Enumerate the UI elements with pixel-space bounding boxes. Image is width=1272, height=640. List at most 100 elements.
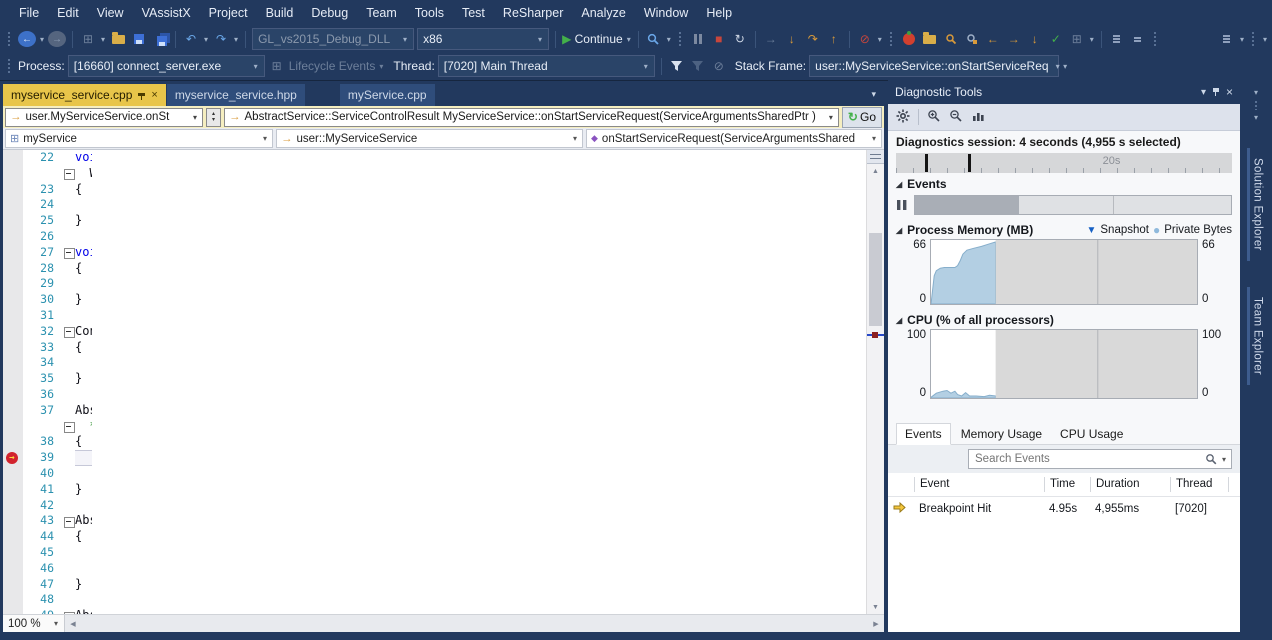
menu-item-build[interactable]: Build bbox=[257, 2, 303, 24]
step-out-button[interactable]: ↑ bbox=[825, 29, 843, 49]
va-nav-forward-button[interactable]: → bbox=[1005, 29, 1023, 49]
type-dropdown[interactable]: →user::MyServiceService ▾ bbox=[276, 129, 583, 148]
scroll-up-icon[interactable]: ▲ bbox=[872, 164, 879, 178]
format-document-button[interactable] bbox=[1108, 29, 1126, 49]
fold-margin[interactable] bbox=[61, 419, 75, 435]
menu-item-window[interactable]: Window bbox=[635, 2, 697, 24]
fold-margin[interactable] bbox=[61, 498, 75, 514]
fold-margin[interactable] bbox=[61, 182, 75, 198]
breakpoint-margin[interactable] bbox=[3, 324, 23, 340]
cpu-section-header[interactable]: ◢ CPU (% of all processors) bbox=[888, 309, 1240, 329]
collapse-icon[interactable] bbox=[64, 327, 75, 338]
menu-item-analyze[interactable]: Analyze bbox=[572, 2, 634, 24]
va-spinner[interactable]: ▴▾ bbox=[206, 108, 221, 127]
project-dropdown[interactable]: ⊞myService ▾ bbox=[5, 129, 273, 148]
toolbar-grip[interactable] bbox=[889, 31, 894, 47]
fold-margin[interactable] bbox=[61, 292, 75, 308]
collapse-triangle-icon[interactable]: ◢ bbox=[896, 316, 902, 325]
breakpoint-margin[interactable] bbox=[3, 592, 23, 608]
pause-button[interactable] bbox=[689, 29, 707, 49]
diagnostics-caret-icon[interactable]: ▾ bbox=[666, 35, 672, 44]
editor-horizontal-scrollbar[interactable]: 100 %▾ ◀ ▶ bbox=[3, 614, 884, 632]
collapse-icon[interactable] bbox=[64, 422, 75, 433]
panel-title-bar[interactable]: Diagnostic Tools ▾ × bbox=[888, 80, 1240, 104]
fold-margin[interactable] bbox=[61, 245, 75, 261]
spinner-down-icon[interactable]: ▾ bbox=[212, 117, 215, 123]
breakpoint-margin[interactable] bbox=[3, 213, 23, 229]
save-all-button[interactable] bbox=[151, 29, 169, 49]
step-over-button[interactable]: ↷ bbox=[804, 29, 822, 49]
toolbar-overflow-icon[interactable]: ▾ bbox=[1062, 62, 1068, 71]
scroll-thumb[interactable] bbox=[869, 233, 882, 326]
stop-debugging-button[interactable]: ■ bbox=[710, 29, 728, 49]
toolbar-grip[interactable] bbox=[1153, 31, 1158, 47]
code-lines[interactable]: 22void MyServiceService::initialize(Inte… bbox=[3, 150, 867, 614]
toolbar-grip[interactable] bbox=[678, 31, 683, 47]
memory-section-header[interactable]: ◢ Process Memory (MB) ▼ Snapshot ● Priva… bbox=[888, 219, 1240, 239]
fold-margin[interactable] bbox=[61, 340, 75, 356]
tab-list-caret-icon[interactable]: ▾ bbox=[871, 89, 876, 100]
events-section-header[interactable]: ◢ Events bbox=[888, 173, 1240, 193]
menu-item-debug[interactable]: Debug bbox=[302, 2, 357, 24]
fold-margin[interactable] bbox=[61, 261, 75, 277]
document-tab[interactable]: myservice_service.cpp× bbox=[3, 84, 166, 106]
strip-overflow-icon[interactable]: ▾ bbox=[1253, 88, 1259, 97]
menu-item-view[interactable]: View bbox=[88, 2, 133, 24]
breakpoints-toggle-button[interactable]: ⊘ bbox=[856, 29, 874, 49]
redo-button[interactable]: ↷ bbox=[212, 29, 230, 49]
editor-vertical-scrollbar[interactable]: ▲ ▼ bbox=[866, 150, 884, 614]
breakpoint-margin[interactable] bbox=[3, 577, 23, 593]
fold-margin[interactable] bbox=[61, 592, 75, 608]
diag-tab-cpu-usage[interactable]: CPU Usage bbox=[1052, 424, 1131, 444]
menu-item-test[interactable]: Test bbox=[453, 2, 494, 24]
fold-margin[interactable] bbox=[61, 229, 75, 245]
fold-margin[interactable] bbox=[61, 324, 75, 340]
fold-margin[interactable] bbox=[61, 561, 75, 577]
column-header-time[interactable]: Time bbox=[1044, 477, 1090, 492]
breakpoint-margin[interactable] bbox=[3, 355, 23, 371]
fold-margin[interactable] bbox=[61, 513, 75, 529]
diag-tab-events[interactable]: Events bbox=[896, 423, 951, 445]
menu-item-help[interactable]: Help bbox=[697, 2, 741, 24]
undo-button[interactable]: ↶ bbox=[182, 29, 200, 49]
breakpoint-margin[interactable] bbox=[3, 529, 23, 545]
events-track[interactable] bbox=[914, 195, 1232, 215]
pause-events-icon[interactable] bbox=[896, 199, 908, 211]
menu-item-file[interactable]: File bbox=[10, 2, 48, 24]
menu-item-project[interactable]: Project bbox=[200, 2, 257, 24]
breakpoint-margin[interactable] bbox=[3, 545, 23, 561]
scroll-track[interactable] bbox=[867, 178, 884, 600]
continue-button[interactable]: ▶ Continue bbox=[562, 29, 623, 49]
lifecycle-events-button[interactable]: ⊞ bbox=[268, 56, 286, 76]
navigate-back-button[interactable]: ← bbox=[18, 31, 36, 47]
column-header-event[interactable]: Event bbox=[914, 477, 1044, 492]
filter-flagged-button[interactable] bbox=[689, 56, 707, 76]
fold-margin[interactable] bbox=[61, 545, 75, 561]
suspend-threads-button[interactable]: ⊘ bbox=[710, 56, 728, 76]
fold-margin[interactable] bbox=[61, 466, 75, 482]
menu-item-vassistx[interactable]: VAssistX bbox=[133, 2, 200, 24]
breakpoint-margin[interactable] bbox=[3, 561, 23, 577]
show-next-statement-button[interactable]: → bbox=[762, 29, 780, 49]
breakpoint-margin[interactable] bbox=[3, 434, 23, 450]
menu-item-resharper[interactable]: ReSharper bbox=[494, 2, 572, 24]
breakpoint-margin[interactable] bbox=[3, 513, 23, 529]
menu-item-tools[interactable]: Tools bbox=[406, 2, 453, 24]
side-tab-team-explorer[interactable]: Team Explorer bbox=[1247, 287, 1266, 385]
close-icon[interactable]: × bbox=[151, 89, 157, 101]
breakpoint-margin[interactable] bbox=[3, 197, 23, 213]
fold-margin[interactable] bbox=[61, 308, 75, 324]
collapse-icon[interactable] bbox=[64, 517, 75, 528]
undo-caret-icon[interactable]: ▾ bbox=[203, 35, 209, 44]
reset-view-button[interactable] bbox=[971, 109, 985, 125]
va-nav-back-button[interactable]: ← bbox=[984, 29, 1002, 49]
collapse-triangle-icon[interactable]: ◢ bbox=[896, 180, 902, 189]
fold-margin[interactable] bbox=[61, 197, 75, 213]
fold-margin[interactable] bbox=[61, 403, 75, 419]
memory-chart[interactable] bbox=[930, 239, 1198, 305]
pin-icon[interactable] bbox=[1212, 87, 1220, 97]
fold-margin[interactable] bbox=[61, 387, 75, 403]
breakpoint-margin[interactable] bbox=[3, 229, 23, 245]
breakpoint-margin[interactable] bbox=[3, 608, 23, 614]
navigate-forward-button[interactable]: → bbox=[48, 31, 66, 47]
